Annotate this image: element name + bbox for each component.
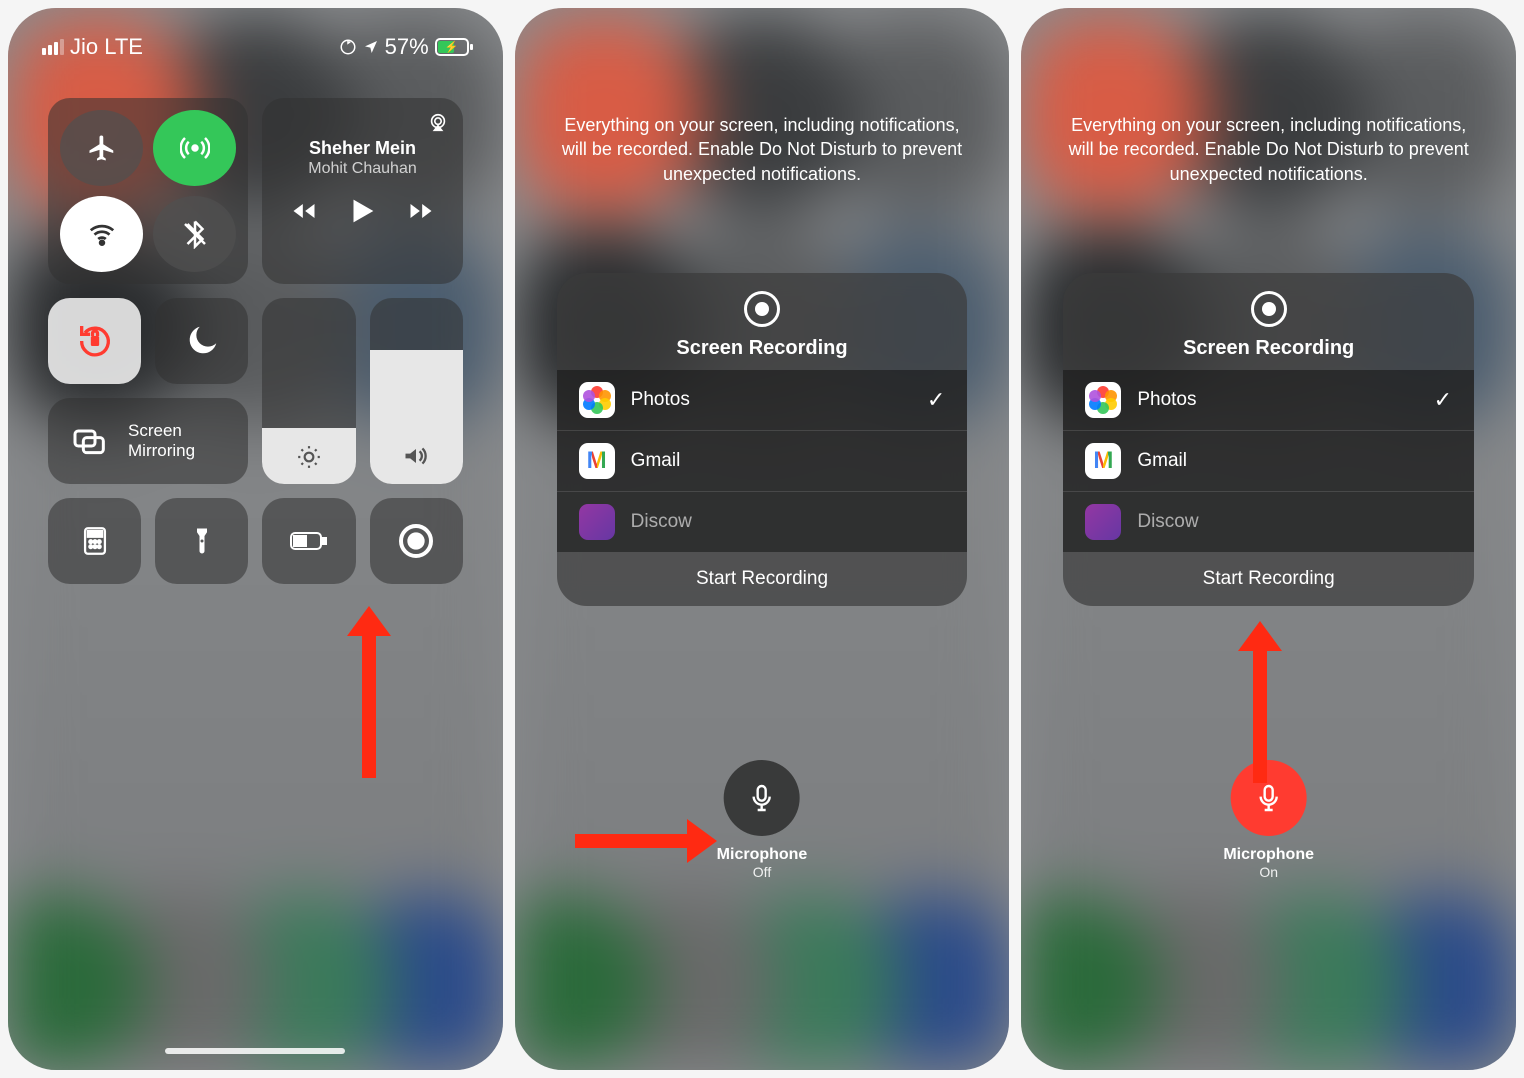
control-center-grid: Sheher Mein Mohit Chauhan [48, 98, 463, 584]
record-icon [1251, 291, 1287, 327]
screen-record-shortcut[interactable] [370, 498, 463, 584]
orientation-lock-tile[interactable] [48, 298, 141, 384]
gmail-app-icon: M [1085, 443, 1121, 479]
microphone-toggle[interactable] [1231, 760, 1307, 836]
airplay-icon[interactable] [427, 112, 449, 134]
start-recording-button[interactable]: Start Recording [557, 552, 968, 606]
checkmark-icon: ✓ [927, 387, 945, 413]
bluetooth-toggle[interactable] [153, 196, 236, 272]
connectivity-tile [48, 98, 248, 284]
recording-card-title: Screen Recording [1063, 337, 1474, 360]
photos-app-icon [1085, 382, 1121, 418]
play-button[interactable] [345, 194, 379, 228]
status-bar: Jio LTE 57% ⚡ [8, 8, 503, 60]
record-icon [744, 291, 780, 327]
recording-app-label: Photos [1137, 389, 1196, 411]
media-playback-tile[interactable]: Sheher Mein Mohit Chauhan [262, 98, 462, 284]
recording-app-label: Gmail [1137, 450, 1187, 472]
microphone-label: Microphone [1223, 846, 1314, 864]
home-indicator[interactable] [165, 1048, 345, 1054]
screen-mirroring-tile[interactable]: Screen Mirroring [48, 398, 248, 484]
brightness-icon [296, 444, 322, 470]
recording-app-label: Gmail [631, 450, 681, 472]
recording-app-label: Photos [631, 389, 690, 411]
screen-control-center: Jio LTE 57% ⚡ [8, 8, 503, 1070]
recording-card-title: Screen Recording [557, 337, 968, 360]
media-title: Sheher Mein [276, 138, 448, 159]
annotation-arrow-2 [575, 834, 695, 848]
microphone-control: Microphone On [1223, 760, 1314, 880]
checkmark-icon: ✓ [1434, 387, 1452, 413]
screen-recording-card: Screen Recording Photos ✓ M Gmail Discow [1063, 273, 1474, 606]
recording-hint-text: Everything on your screen, including not… [559, 113, 966, 186]
recording-app-item-photos[interactable]: Photos ✓ [1063, 370, 1474, 431]
microphone-state: Off [717, 864, 808, 880]
recording-app-item-gmail[interactable]: M Gmail [557, 431, 968, 492]
volume-slider[interactable] [370, 298, 463, 484]
recording-app-list: Photos ✓ M Gmail Discow [557, 370, 968, 552]
photos-app-icon [579, 382, 615, 418]
airplane-mode-toggle[interactable] [60, 110, 143, 186]
annotation-arrow-3 [1253, 643, 1267, 783]
location-arrow-icon [363, 39, 379, 55]
screen-mirroring-icon [70, 421, 110, 461]
screen-mirroring-label: Screen Mirroring [128, 421, 226, 460]
carrier-label: Jio LTE [70, 34, 143, 60]
recording-app-label: Discow [1137, 511, 1198, 533]
recording-app-item-gmail[interactable]: M Gmail [1063, 431, 1474, 492]
media-artist: Mohit Chauhan [276, 160, 448, 178]
third-app-icon [1085, 504, 1121, 540]
volume-icon [402, 442, 430, 470]
flashlight-shortcut[interactable] [155, 498, 248, 584]
rewind-button[interactable] [290, 197, 318, 225]
cellular-data-toggle[interactable] [153, 110, 236, 186]
third-app-icon [579, 504, 615, 540]
screen-recording-mic-on: Everything on your screen, including not… [1021, 8, 1516, 1070]
microphone-toggle[interactable] [724, 760, 800, 836]
battery-percent: 57% [385, 34, 429, 60]
gmail-app-icon: M [579, 443, 615, 479]
calculator-shortcut[interactable] [48, 498, 141, 584]
do-not-disturb-tile[interactable] [155, 298, 248, 384]
brightness-slider[interactable] [262, 298, 355, 484]
microphone-label: Microphone [717, 846, 808, 864]
microphone-control: Microphone Off [717, 760, 808, 880]
screen-recording-card: Screen Recording Photos ✓ M Gmail Discow [557, 273, 968, 606]
forward-button[interactable] [407, 197, 435, 225]
recording-app-item-3[interactable]: Discow [1063, 492, 1474, 552]
wifi-toggle[interactable] [60, 196, 143, 272]
battery-icon: ⚡ [435, 38, 469, 56]
recording-app-list: Photos ✓ M Gmail Discow [1063, 370, 1474, 552]
low-power-shortcut[interactable] [262, 498, 355, 584]
recording-app-item-photos[interactable]: Photos ✓ [557, 370, 968, 431]
microphone-state: On [1223, 864, 1314, 880]
recording-app-item-3[interactable]: Discow [557, 492, 968, 552]
recording-app-label: Discow [631, 511, 692, 533]
signal-bars-icon [42, 39, 64, 55]
recording-hint-text: Everything on your screen, including not… [1065, 113, 1472, 186]
orientation-lock-status-icon [339, 38, 357, 56]
annotation-arrow-1 [362, 628, 376, 778]
screen-recording-mic-off: Everything on your screen, including not… [515, 8, 1010, 1070]
start-recording-button[interactable]: Start Recording [1063, 552, 1474, 606]
